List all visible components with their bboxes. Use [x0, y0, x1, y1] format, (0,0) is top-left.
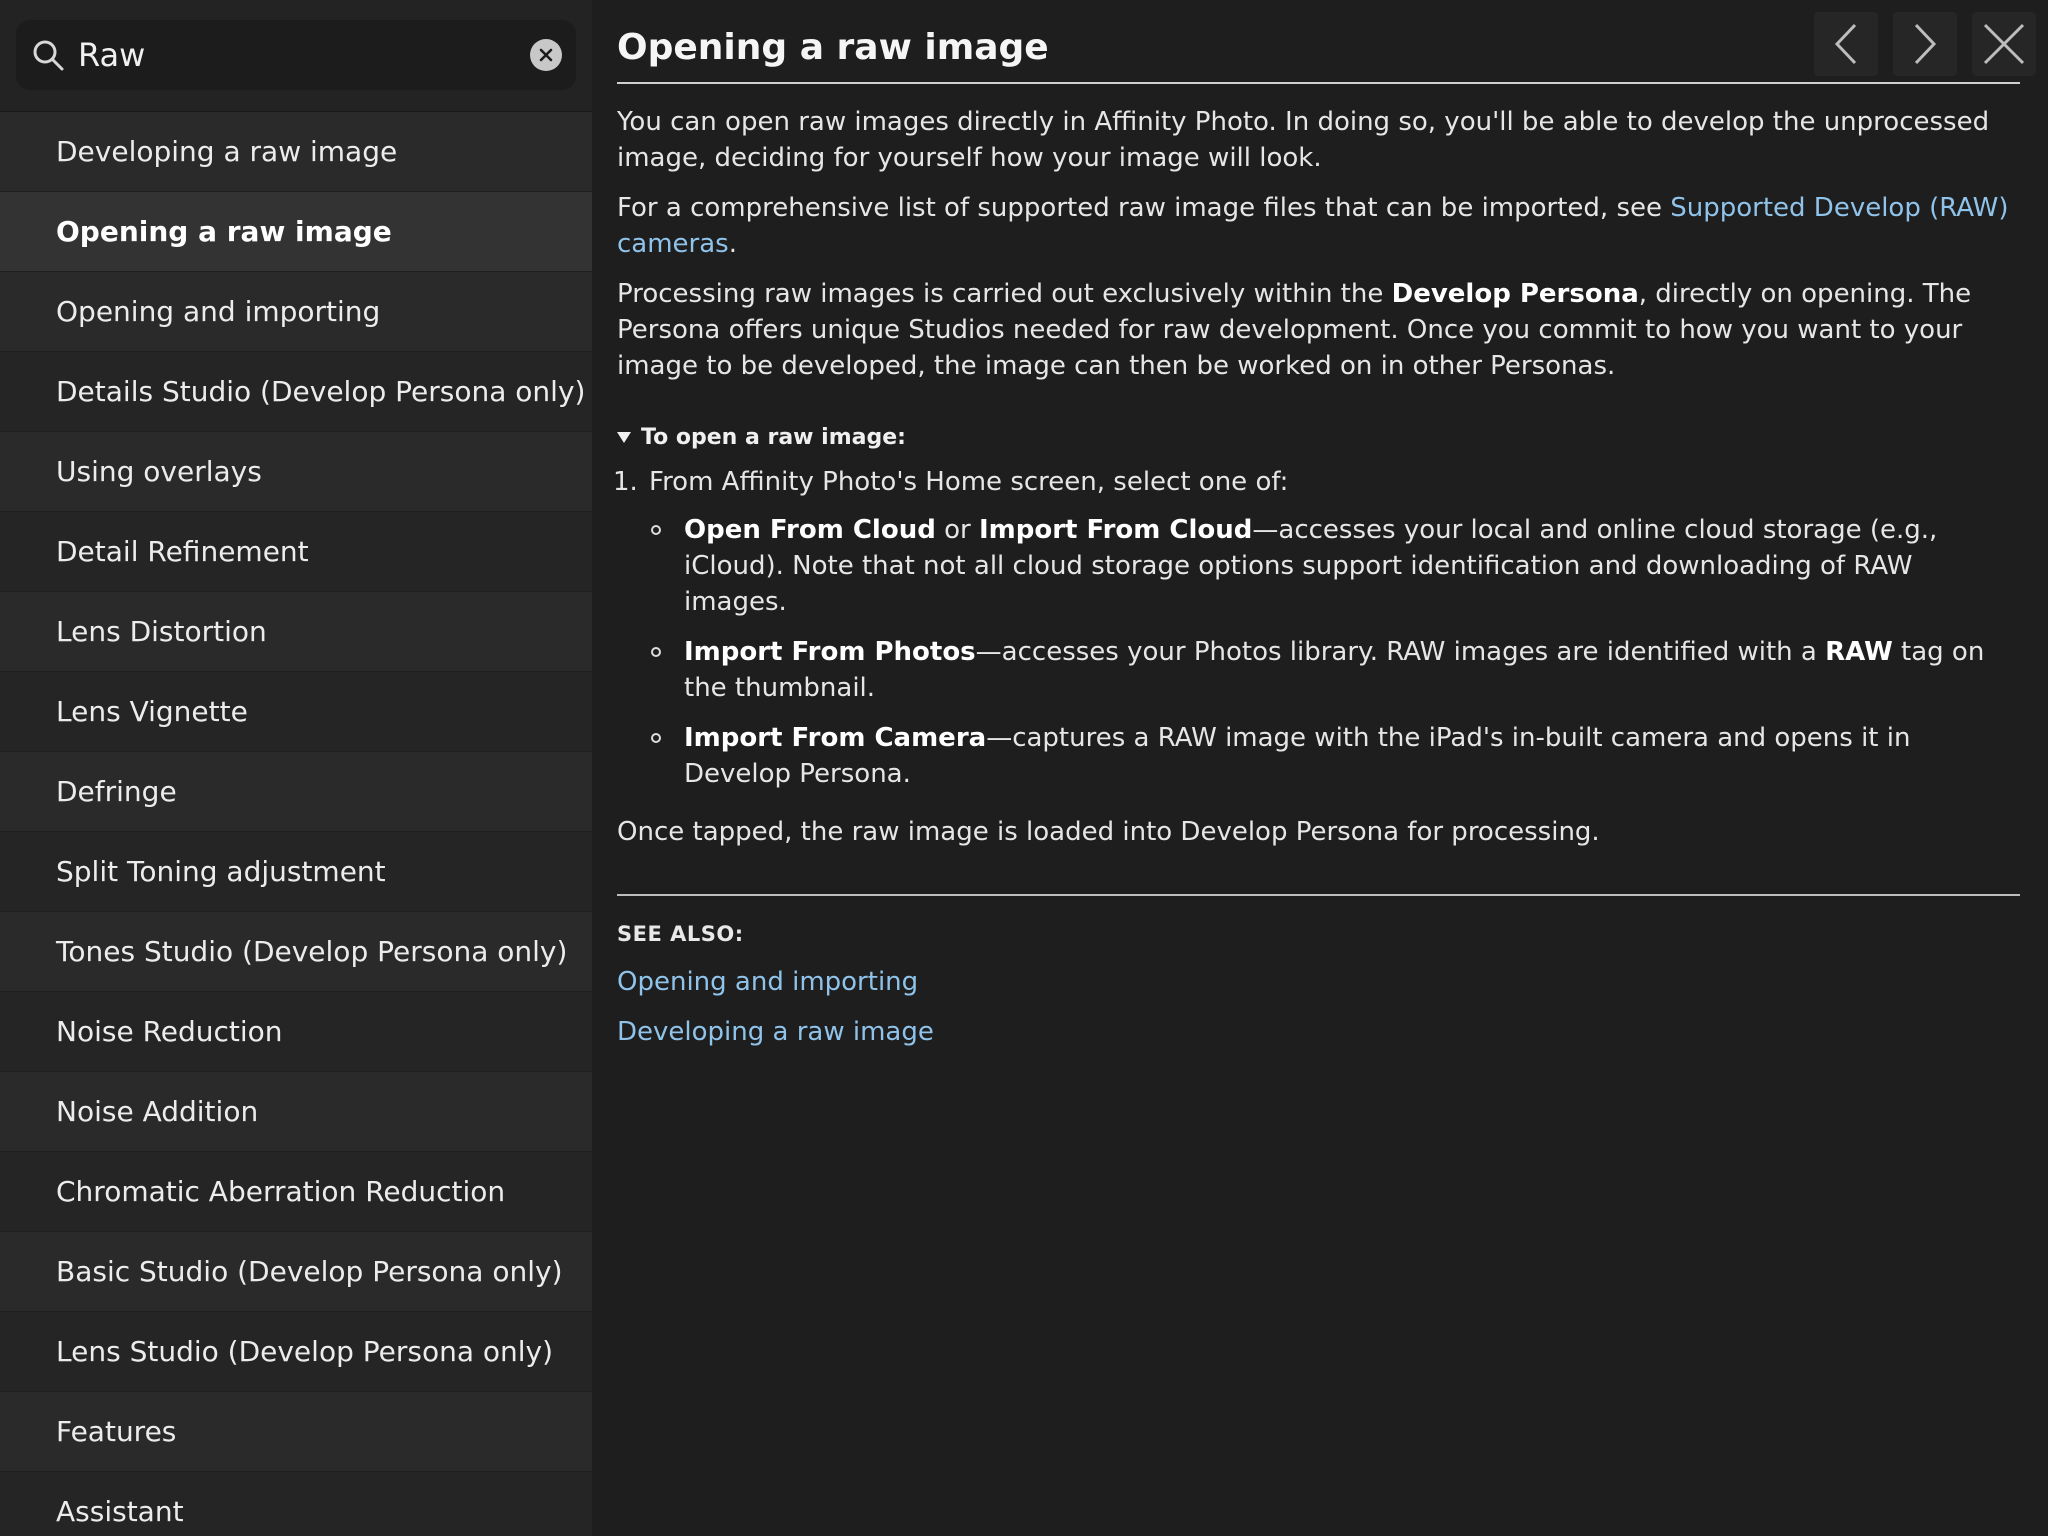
- result-item[interactable]: Chromatic Aberration Reduction: [0, 1152, 592, 1232]
- result-item[interactable]: Lens Studio (Develop Persona only): [0, 1312, 592, 1392]
- list-item: Open From Cloud or Import From Cloud—acc…: [651, 512, 2020, 620]
- result-item[interactable]: Assistant: [0, 1472, 592, 1536]
- article-pane: Opening a raw image You can open raw ima…: [592, 0, 2048, 1536]
- bullet-circle-icon: [651, 525, 661, 535]
- search-bar: [0, 0, 592, 112]
- triangle-down-icon: [617, 432, 631, 443]
- search-sidebar: Developing a raw imageOpening a raw imag…: [0, 0, 592, 1536]
- result-item[interactable]: Using overlays: [0, 432, 592, 512]
- result-paragraph: Once tapped, the raw image is loaded int…: [617, 817, 1600, 847]
- procedure-title: To open a raw image:: [641, 424, 906, 450]
- list-item: Import From Camera—captures a RAW image …: [651, 720, 2020, 792]
- search-field[interactable]: [16, 20, 576, 90]
- step-number: 1.: [613, 467, 638, 497]
- result-item[interactable]: Noise Reduction: [0, 992, 592, 1072]
- result-item[interactable]: Split Toning adjustment: [0, 832, 592, 912]
- supported-cameras-paragraph: For a comprehensive list of supported ra…: [617, 193, 2009, 259]
- result-item[interactable]: Details Studio (Develop Persona only): [0, 352, 592, 432]
- bullet-circle-icon: [651, 647, 661, 657]
- search-icon: [33, 40, 64, 71]
- help-window: Developing a raw imageOpening a raw imag…: [0, 0, 2048, 1536]
- procedure-steps: 1. From Affinity Photo's Home screen, se…: [613, 464, 2020, 792]
- result-item[interactable]: Basic Studio (Develop Persona only): [0, 1232, 592, 1312]
- procedure-toggle[interactable]: To open a raw image:: [617, 422, 2020, 452]
- clear-icon: [539, 48, 553, 62]
- result-item[interactable]: Noise Addition: [0, 1072, 592, 1152]
- result-item[interactable]: Opening and importing: [0, 272, 592, 352]
- see-also-link-developing-raw[interactable]: Developing a raw image: [617, 1017, 934, 1047]
- result-item[interactable]: Developing a raw image: [0, 112, 592, 192]
- see-also-list: Opening and importing Developing a raw i…: [617, 964, 2020, 1050]
- see-also-heading: SEE ALSO:: [617, 922, 744, 946]
- step-text: From Affinity Photo's Home screen, selec…: [649, 467, 1289, 497]
- result-item[interactable]: Defringe: [0, 752, 592, 832]
- article-title: Opening a raw image: [617, 0, 2020, 84]
- see-also-link-opening-importing[interactable]: Opening and importing: [617, 967, 918, 997]
- procedure-step: 1. From Affinity Photo's Home screen, se…: [613, 464, 2020, 792]
- result-item[interactable]: Lens Distortion: [0, 592, 592, 672]
- result-item[interactable]: Features: [0, 1392, 592, 1472]
- search-input[interactable]: [78, 25, 530, 85]
- article-body: Opening a raw image You can open raw ima…: [613, 0, 2020, 1064]
- option-list: Open From Cloud or Import From Cloud—acc…: [617, 512, 2020, 792]
- search-results-list: Developing a raw image Opening a raw imag…: [0, 112, 592, 1536]
- bullet-circle-icon: [651, 733, 661, 743]
- result-item[interactable]: Lens Vignette: [0, 672, 592, 752]
- list-item: Import From Photos—accesses your Photos …: [651, 634, 2020, 706]
- result-item[interactable]: Detail Refinement: [0, 512, 592, 592]
- intro-paragraph: You can open raw images directly in Affi…: [617, 107, 1990, 173]
- develop-persona-paragraph: Processing raw images is carried out exc…: [617, 279, 1972, 381]
- result-item[interactable]: Opening a raw image: [0, 192, 592, 272]
- result-item[interactable]: Tones Studio (Develop Persona only): [0, 912, 592, 992]
- divider: [617, 894, 2020, 896]
- clear-search-button[interactable]: [530, 39, 562, 71]
